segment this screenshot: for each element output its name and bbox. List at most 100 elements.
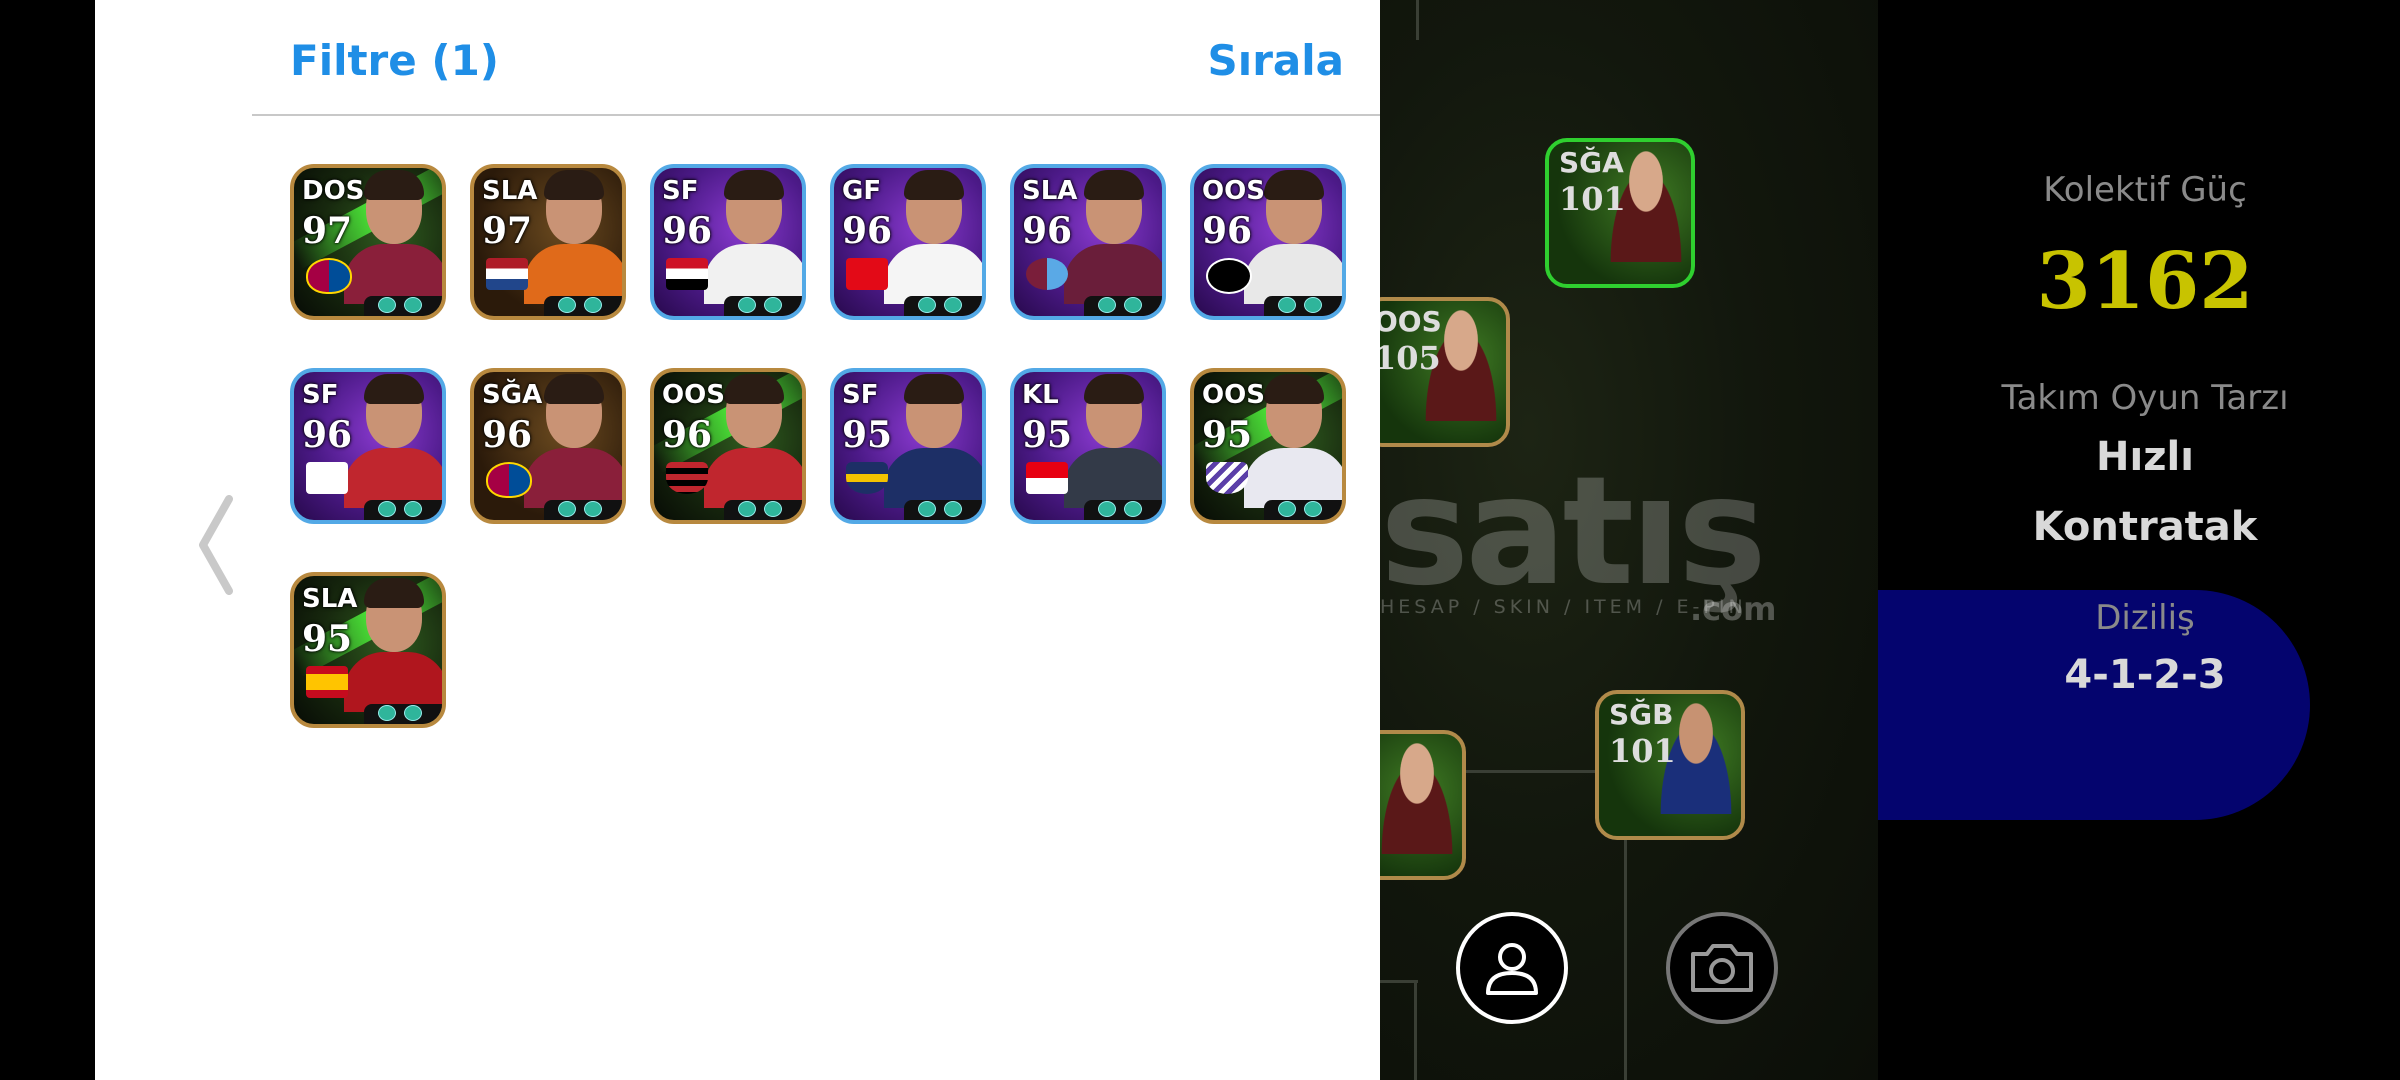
pitch-line bbox=[1416, 0, 1419, 40]
card-rating: 101 bbox=[1559, 180, 1626, 218]
player-card[interactable]: SLA 95 bbox=[290, 572, 446, 728]
player-card[interactable]: OOS 96 bbox=[1190, 164, 1346, 320]
south-korea-badge-icon bbox=[306, 462, 348, 494]
skill-icon bbox=[404, 297, 422, 313]
player-portrait bbox=[1372, 739, 1462, 854]
formation-player-card[interactable]: OOS 105 bbox=[1360, 297, 1510, 447]
person-icon bbox=[1486, 943, 1538, 995]
skill-icon bbox=[404, 705, 422, 721]
card-rating: 96 bbox=[302, 414, 353, 456]
card-rating: 97 bbox=[482, 210, 533, 252]
player-select-panel: Filtre (1) Sırala DOS 97 SLA 97 SF 96 GF 96 SLA 9… bbox=[252, 0, 1380, 1080]
card-rating: 97 bbox=[302, 210, 353, 252]
player-view-button[interactable] bbox=[1456, 912, 1568, 1024]
player-card[interactable]: SF 96 bbox=[290, 368, 446, 524]
skill-icon bbox=[378, 297, 396, 313]
card-position: OOS bbox=[1374, 305, 1442, 338]
skill-icon bbox=[738, 501, 756, 517]
skill-icon bbox=[378, 501, 396, 517]
player-card[interactable]: GF 96 bbox=[830, 164, 986, 320]
iraq-badge-icon bbox=[666, 258, 708, 290]
chevron-left-icon[interactable] bbox=[195, 495, 235, 595]
skill-icon bbox=[918, 297, 936, 313]
player-hair bbox=[1264, 170, 1324, 200]
player-kit bbox=[344, 652, 442, 712]
card-rating: 96 bbox=[662, 210, 713, 252]
sort-button[interactable]: Sırala bbox=[1208, 36, 1344, 85]
player-card[interactable]: SĞA 96 bbox=[470, 368, 626, 524]
player-card[interactable]: SF 95 bbox=[830, 368, 986, 524]
player-portrait bbox=[880, 168, 982, 304]
player-portrait bbox=[1060, 372, 1162, 508]
skill-icon bbox=[1278, 501, 1296, 517]
formation-label: Diziliş bbox=[2095, 598, 2195, 638]
boca-juniors-badge-icon bbox=[846, 462, 888, 494]
skill-icon bbox=[764, 501, 782, 517]
pitch-line bbox=[1380, 980, 1418, 983]
player-portrait bbox=[700, 168, 802, 304]
skill-icon bbox=[1124, 297, 1142, 313]
player-kit bbox=[1244, 448, 1342, 508]
skill-icon bbox=[738, 297, 756, 313]
player-kit bbox=[524, 448, 622, 508]
team-style-value: Hızlı bbox=[2096, 434, 2194, 480]
skill-icon bbox=[1098, 297, 1116, 313]
card-position: OOS bbox=[662, 380, 725, 410]
collective-power-label: Kolektif Güç bbox=[2043, 170, 2247, 210]
skill-icon bbox=[944, 501, 962, 517]
card-position: SF bbox=[662, 176, 699, 206]
skill-tray bbox=[364, 296, 442, 316]
skill-tray bbox=[364, 704, 442, 724]
player-hair bbox=[364, 578, 424, 608]
player-portrait bbox=[880, 372, 982, 508]
player-hair bbox=[724, 170, 784, 200]
player-card[interactable]: SLA 96 bbox=[1010, 164, 1166, 320]
player-kit bbox=[1064, 244, 1162, 304]
player-card[interactable]: SF 96 bbox=[650, 164, 806, 320]
card-rating: 96 bbox=[1022, 210, 1073, 252]
barcelona-badge-icon bbox=[306, 258, 352, 294]
skill-icon bbox=[1098, 501, 1116, 517]
filter-button[interactable]: Filtre (1) bbox=[290, 36, 499, 85]
card-rating: 96 bbox=[662, 414, 713, 456]
skill-tray bbox=[1264, 296, 1342, 316]
player-kit bbox=[344, 244, 442, 304]
formation-player-card[interactable]: SĞB 101 bbox=[1595, 690, 1745, 840]
camera-icon bbox=[1691, 944, 1753, 992]
card-position: SĞB bbox=[1609, 698, 1674, 731]
player-card[interactable]: SLA 97 bbox=[470, 164, 626, 320]
card-rating: 95 bbox=[302, 618, 353, 660]
skill-icon bbox=[764, 297, 782, 313]
player-card[interactable]: KL 95 bbox=[1010, 368, 1166, 524]
player-kit bbox=[1244, 244, 1342, 304]
formation-player-card[interactable]: SĞA 101 bbox=[1545, 138, 1695, 288]
card-rating: 95 bbox=[1022, 414, 1073, 456]
skill-tray bbox=[1084, 500, 1162, 520]
screenshot-button[interactable] bbox=[1666, 912, 1778, 1024]
card-position: OOS bbox=[1202, 176, 1265, 206]
player-portrait bbox=[340, 372, 442, 508]
player-kit bbox=[884, 244, 982, 304]
player-hair bbox=[544, 374, 604, 404]
card-rating: 105 bbox=[1374, 339, 1441, 377]
player-hair bbox=[904, 170, 964, 200]
besiktas-badge-icon bbox=[1206, 258, 1252, 294]
card-rating: 96 bbox=[482, 414, 533, 456]
skill-icon bbox=[558, 501, 576, 517]
skill-tray bbox=[1084, 296, 1162, 316]
skill-tray bbox=[544, 500, 622, 520]
player-kit bbox=[884, 448, 982, 508]
skill-icon bbox=[918, 501, 936, 517]
player-card[interactable]: OOS 96 bbox=[650, 368, 806, 524]
player-kit bbox=[344, 448, 442, 508]
player-card[interactable]: DOS 97 bbox=[290, 164, 446, 320]
card-position: SF bbox=[842, 380, 879, 410]
player-card[interactable]: OOS 95 bbox=[1190, 368, 1346, 524]
card-position: OOS bbox=[1202, 380, 1265, 410]
card-position: SF bbox=[302, 380, 339, 410]
trabzonspor-badge-icon bbox=[1026, 258, 1068, 290]
card-position: SĞA bbox=[482, 380, 543, 410]
watermark-domain: .com bbox=[1690, 590, 1777, 628]
netherlands-badge-icon bbox=[486, 258, 528, 290]
player-kit bbox=[524, 244, 622, 304]
